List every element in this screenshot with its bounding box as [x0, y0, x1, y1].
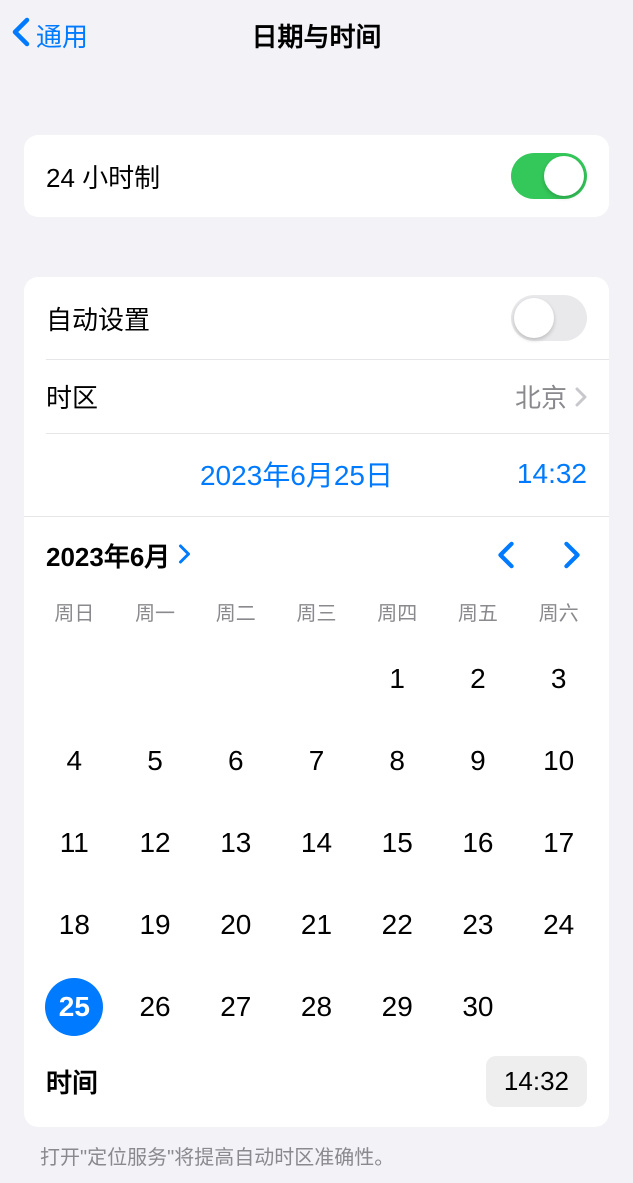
day-cell-empty [34, 638, 115, 720]
day-30[interactable]: 30 [449, 978, 507, 1036]
day-cell: 1 [357, 638, 438, 720]
day-cell-empty [195, 638, 276, 720]
day-cell: 26 [115, 966, 196, 1048]
day-25[interactable]: 25 [45, 978, 103, 1036]
day-cell: 8 [357, 720, 438, 802]
day-cell: 28 [276, 966, 357, 1048]
day-cell: 20 [195, 884, 276, 966]
day-21[interactable]: 21 [287, 896, 345, 954]
day-24[interactable]: 24 [530, 896, 588, 954]
day-cell: 30 [438, 966, 519, 1048]
row-timezone[interactable]: 时区 北京 [24, 360, 609, 433]
weekday-label: 周一 [115, 589, 196, 638]
day-cell: 25 [34, 966, 115, 1048]
page-title: 日期与时间 [0, 17, 633, 54]
month-picker[interactable]: 2023年6月 [46, 537, 191, 574]
label-24hour: 24 小时制 [46, 158, 160, 195]
day-cell: 4 [34, 720, 115, 802]
day-4[interactable]: 4 [45, 732, 103, 790]
month-label: 2023年6月 [46, 537, 170, 574]
row-auto-set: 自动设置 [24, 277, 609, 359]
time-picker[interactable]: 14:32 [486, 1056, 587, 1107]
day-8[interactable]: 8 [368, 732, 426, 790]
day-7[interactable]: 7 [287, 732, 345, 790]
day-cell: 11 [34, 802, 115, 884]
label-timezone: 时区 [46, 378, 98, 415]
weekday-label: 周三 [276, 589, 357, 638]
day-cell: 6 [195, 720, 276, 802]
weekday-label: 周四 [357, 589, 438, 638]
weekday-label: 周二 [195, 589, 276, 638]
day-cell: 21 [276, 884, 357, 966]
day-cell: 22 [357, 884, 438, 966]
selected-date[interactable]: 2023年6月25日 [106, 454, 487, 494]
day-17[interactable]: 17 [530, 814, 588, 872]
day-cell: 17 [518, 802, 599, 884]
prev-month-button[interactable] [491, 535, 521, 575]
day-cell: 16 [438, 802, 519, 884]
selected-time[interactable]: 14:32 [487, 458, 587, 490]
day-23[interactable]: 23 [449, 896, 507, 954]
day-5[interactable]: 5 [126, 732, 184, 790]
group-24hour: 24 小时制 [24, 135, 609, 217]
back-button[interactable]: 通用 [12, 17, 88, 54]
day-6[interactable]: 6 [207, 732, 265, 790]
next-month-button[interactable] [557, 535, 587, 575]
day-cell: 23 [438, 884, 519, 966]
weekday-label: 周日 [34, 589, 115, 638]
timezone-value: 北京 [515, 378, 567, 415]
day-26[interactable]: 26 [126, 978, 184, 1036]
switch-auto-set[interactable] [511, 295, 587, 341]
day-cell: 18 [34, 884, 115, 966]
day-27[interactable]: 27 [207, 978, 265, 1036]
day-16[interactable]: 16 [449, 814, 507, 872]
day-12[interactable]: 12 [126, 814, 184, 872]
day-cell: 2 [438, 638, 519, 720]
day-cell: 29 [357, 966, 438, 1048]
day-10[interactable]: 10 [530, 732, 588, 790]
day-cell: 19 [115, 884, 196, 966]
day-cell: 15 [357, 802, 438, 884]
day-cell: 7 [276, 720, 357, 802]
day-20[interactable]: 20 [207, 896, 265, 954]
day-cell: 9 [438, 720, 519, 802]
day-29[interactable]: 29 [368, 978, 426, 1036]
time-label: 时间 [46, 1063, 98, 1100]
chevron-right-icon [178, 540, 191, 571]
day-15[interactable]: 15 [368, 814, 426, 872]
group-datetime: 自动设置 时区 北京 2023年6月25日 14:32 2023年6月 [24, 277, 609, 1127]
day-cell: 14 [276, 802, 357, 884]
day-9[interactable]: 9 [449, 732, 507, 790]
day-cell: 24 [518, 884, 599, 966]
day-1[interactable]: 1 [368, 650, 426, 708]
row-24hour: 24 小时制 [24, 135, 609, 217]
day-2[interactable]: 2 [449, 650, 507, 708]
day-cell: 5 [115, 720, 196, 802]
day-28[interactable]: 28 [287, 978, 345, 1036]
chevron-right-icon [575, 387, 587, 407]
weekday-label: 周五 [438, 589, 519, 638]
switch-24hour[interactable] [511, 153, 587, 199]
footer-note: 打开"定位服务"将提高自动时区准确性。 [0, 1127, 633, 1170]
day-cell: 3 [518, 638, 599, 720]
day-3[interactable]: 3 [530, 650, 588, 708]
day-11[interactable]: 11 [45, 814, 103, 872]
label-auto-set: 自动设置 [46, 300, 150, 337]
day-14[interactable]: 14 [287, 814, 345, 872]
day-18[interactable]: 18 [45, 896, 103, 954]
back-label: 通用 [36, 17, 88, 54]
day-cell-empty [115, 638, 196, 720]
day-cell: 10 [518, 720, 599, 802]
day-cell: 13 [195, 802, 276, 884]
row-selected-datetime: 2023年6月25日 14:32 [24, 434, 609, 516]
day-13[interactable]: 13 [207, 814, 265, 872]
day-cell: 27 [195, 966, 276, 1048]
day-cell-empty [276, 638, 357, 720]
day-22[interactable]: 22 [368, 896, 426, 954]
weekday-label: 周六 [518, 589, 599, 638]
day-19[interactable]: 19 [126, 896, 184, 954]
day-cell: 12 [115, 802, 196, 884]
chevron-left-icon [12, 17, 36, 54]
